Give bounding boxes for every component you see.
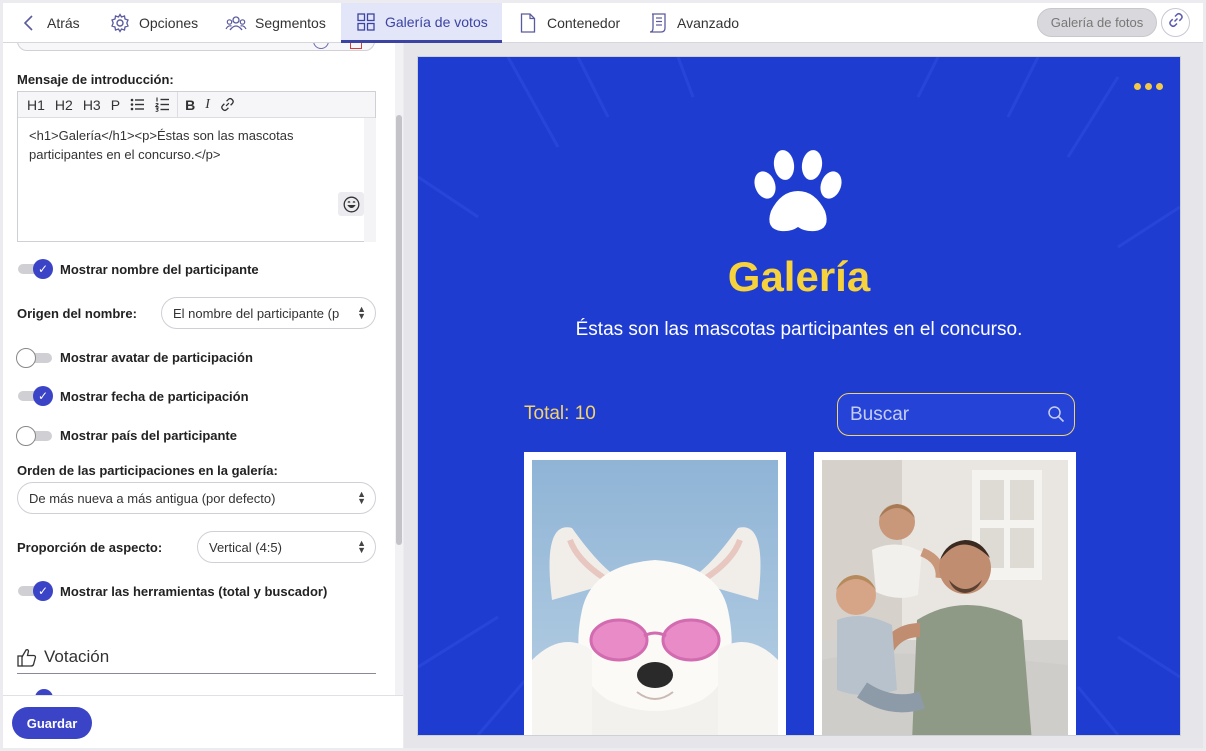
- link-button[interactable]: [1161, 8, 1190, 37]
- toggle-participation-avatar-label: Mostrar avatar de participación: [60, 350, 253, 365]
- gallery-card[interactable]: [814, 452, 1076, 735]
- grid-icon: [355, 11, 377, 33]
- check-icon: ✓: [33, 386, 53, 406]
- search-placeholder: Buscar: [850, 403, 910, 425]
- tab-segments-label: Segmentos: [255, 14, 326, 31]
- preview-area: Galería Éstas son las mascotas participa…: [404, 43, 1203, 748]
- users-icon: [225, 12, 247, 34]
- paw-icon: [754, 150, 842, 232]
- advanced-doc-icon: [647, 12, 669, 34]
- search-input[interactable]: Buscar: [837, 393, 1075, 436]
- voting-section-label: Votación: [44, 647, 110, 666]
- settings-panel: Mensaje de introducción: H1 H2 H3 P B I …: [3, 43, 403, 695]
- panel-scrollbar[interactable]: [395, 43, 403, 695]
- save-button[interactable]: Guardar: [12, 707, 92, 739]
- aspect-ratio-label: Proporción de aspecto:: [17, 540, 163, 555]
- order-label: Orden de las participaciones en la galer…: [17, 463, 278, 478]
- toggle-tools[interactable]: ✓: [18, 581, 53, 601]
- order-value: De más nueva a más antigua (por defecto): [29, 490, 276, 506]
- toggle-participant-name-label: Mostrar nombre del participante: [60, 262, 259, 277]
- intro-message-editor: H1 H2 H3 P B I <h1>Galería</h1><p>Éstas …: [17, 91, 376, 242]
- section-divider: [17, 673, 376, 674]
- tab-vote-gallery[interactable]: Galería de votos: [341, 3, 502, 43]
- trash-icon[interactable]: [350, 43, 362, 49]
- family-photo: [822, 460, 1068, 735]
- document-icon: [517, 12, 539, 34]
- tab-container[interactable]: Contenedor: [517, 3, 627, 42]
- h3-button[interactable]: H3: [78, 92, 106, 118]
- tab-options-label: Opciones: [139, 14, 199, 31]
- chevron-left-icon: [17, 12, 39, 34]
- toggle-tools-label: Mostrar las herramientas (total y buscad…: [60, 584, 328, 599]
- link-icon: [1168, 12, 1184, 33]
- name-origin-label: Origen del nombre:: [17, 306, 137, 321]
- top-toolbar: Atrás Opciones Segmentos Galería de voto…: [3, 3, 1203, 43]
- tab-back-label: Atrás: [47, 14, 80, 31]
- check-icon: ✓: [33, 581, 53, 601]
- select-arrows-icon: ▲ ▼: [357, 489, 366, 506]
- h1-button[interactable]: H1: [22, 92, 50, 118]
- emoji-icon[interactable]: [338, 192, 364, 216]
- name-origin-select[interactable]: El nombre del participante (p ▲ ▼: [161, 297, 376, 329]
- gear-icon: [109, 12, 131, 34]
- tab-options[interactable]: Opciones: [109, 3, 209, 42]
- tab-advanced-label: Avanzado: [677, 14, 740, 31]
- editor-scrollbar[interactable]: [364, 118, 376, 242]
- link-icon[interactable]: [215, 92, 240, 118]
- panel-footer: Guardar: [3, 695, 403, 748]
- bullet-list-icon[interactable]: [125, 92, 150, 118]
- aspect-ratio-value: Vertical (4:5): [209, 539, 282, 555]
- order-select[interactable]: De más nueva a más antigua (por defecto)…: [17, 482, 376, 514]
- toolbar-divider: [177, 91, 179, 118]
- gallery-card[interactable]: [524, 452, 786, 735]
- bold-button[interactable]: B: [180, 92, 200, 118]
- gallery-title: Galería: [727, 253, 871, 300]
- tab-advanced[interactable]: Avanzado: [647, 3, 747, 42]
- photo-gallery-button[interactable]: Galería de fotos: [1037, 8, 1157, 37]
- more-options-icon[interactable]: [1134, 83, 1163, 90]
- toggle-participation-avatar[interactable]: [16, 348, 52, 368]
- numbered-list-icon[interactable]: [150, 92, 175, 118]
- tab-vote-gallery-label: Galería de votos: [385, 13, 488, 30]
- search-icon[interactable]: [1047, 405, 1065, 429]
- check-icon: ✓: [33, 259, 53, 279]
- toggle-participant-country-label: Mostrar país del participante: [60, 428, 237, 443]
- aspect-ratio-select[interactable]: Vertical (4:5) ▲ ▼: [197, 531, 376, 563]
- total-count: Total: 10: [524, 403, 596, 424]
- toggle-participant-name[interactable]: ✓: [18, 259, 53, 279]
- toggle-participation-date-label: Mostrar fecha de participación: [60, 389, 249, 404]
- thumbs-up-icon: [17, 648, 37, 667]
- p-button[interactable]: P: [106, 92, 125, 118]
- dog-photo: [532, 460, 778, 735]
- editor-toolbar: H1 H2 H3 P B I: [18, 91, 375, 118]
- italic-button[interactable]: I: [200, 92, 215, 118]
- preview-viewport: Galería Éstas son las mascotas participa…: [417, 56, 1181, 736]
- select-arrows-icon: ▲ ▼: [357, 538, 366, 555]
- select-arrows-icon: ▲ ▼: [357, 304, 366, 321]
- toggle-participation-date[interactable]: ✓: [18, 386, 53, 406]
- gallery-preview: Galería Éstas son las mascotas participa…: [418, 57, 1180, 735]
- toggle-participant-country[interactable]: [16, 426, 52, 446]
- h2-button[interactable]: H2: [50, 92, 78, 118]
- name-origin-value: El nombre del participante (p: [173, 305, 340, 321]
- gallery-subtitle: Éstas son las mascotas participantes en …: [575, 319, 1023, 340]
- tab-container-label: Contenedor: [547, 14, 621, 31]
- intro-message-label: Mensaje de introducción:: [17, 72, 174, 87]
- tab-back[interactable]: Atrás: [17, 3, 99, 42]
- voting-section-title: Votación: [17, 647, 109, 667]
- editor-content[interactable]: <h1>Galería</h1><p>Éstas son las mascota…: [18, 118, 348, 172]
- tab-segments[interactable]: Segmentos: [225, 3, 335, 42]
